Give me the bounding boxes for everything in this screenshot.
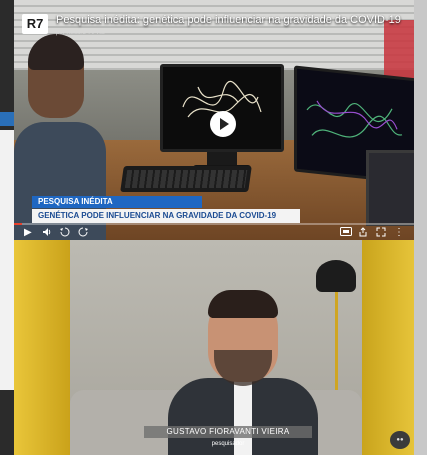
captions-icon[interactable] — [340, 227, 352, 239]
rewind-icon[interactable] — [60, 227, 70, 240]
volume-icon[interactable] — [42, 227, 52, 240]
broadcaster-logo-icon: ●● — [390, 431, 410, 449]
more-icon[interactable]: ⋮ — [394, 227, 404, 238]
forward-icon[interactable] — [78, 227, 88, 240]
video-title[interactable]: Pesquisa inédita: genética pode influenc… — [56, 14, 401, 27]
studio-backdrop-right — [362, 240, 414, 455]
center-play-button[interactable] — [210, 111, 236, 137]
right-window-strip — [414, 0, 427, 455]
speaker-name: GUSTAVO FIORAVANTI VIEIRA — [144, 426, 312, 438]
video-monitor-left — [160, 64, 284, 171]
news-tag: PESQUISA INÉDITA — [32, 196, 202, 208]
video-monitor-third — [366, 150, 414, 226]
video-channel-subtitle[interactable]: por Record TV RS — [56, 29, 105, 37]
video-keyboard — [120, 166, 252, 192]
left-panel-edge — [0, 130, 14, 390]
left-accent-bar — [0, 112, 14, 126]
video-player[interactable]: R7 Pesquisa inédita: genética pode influ… — [14, 0, 414, 240]
share-icon[interactable] — [358, 227, 368, 240]
webcam-view: GUSTAVO FIORAVANTI VIEIRA pesquisador ●● — [14, 240, 414, 455]
interviewee-hair — [208, 290, 278, 318]
player-controls[interactable]: ▶ ⋮ — [14, 223, 414, 240]
channel-logo[interactable]: R7 — [22, 14, 48, 34]
video-person-hair — [28, 34, 84, 70]
play-icon[interactable]: ▶ — [24, 227, 32, 238]
progress-bar[interactable] — [14, 223, 414, 225]
speaker-role: pesquisador — [211, 441, 245, 447]
webcam-room — [70, 240, 362, 455]
left-window-strip — [0, 0, 14, 455]
news-headline: GENÉTICA PODE INFLUENCIAR NA GRAVIDADE D… — [32, 209, 300, 223]
lamp-shade — [316, 260, 356, 292]
monitor-stand — [207, 152, 237, 166]
fullscreen-icon[interactable] — [376, 227, 386, 240]
progress-fill — [14, 223, 22, 225]
studio-backdrop-left — [14, 240, 70, 455]
